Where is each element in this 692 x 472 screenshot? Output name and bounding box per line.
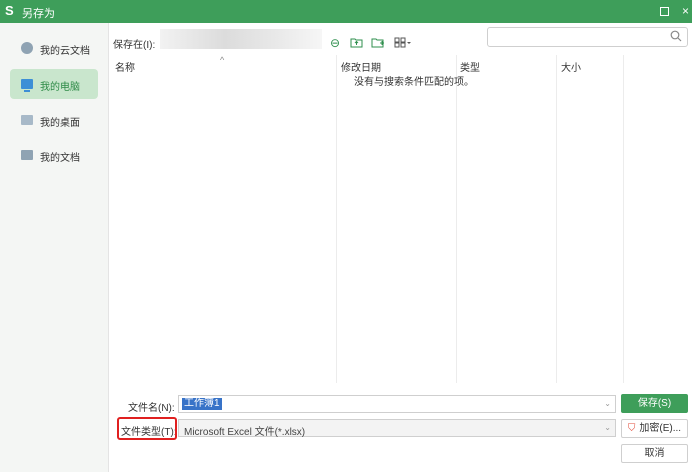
- filetype-select[interactable]: Microsoft Excel 文件(*.xlsx) ⌄: [178, 419, 616, 438]
- folder-icon: [21, 150, 33, 160]
- new-folder-icon[interactable]: [371, 37, 385, 50]
- chevron-down-icon[interactable]: ⌄: [604, 399, 611, 408]
- column-header-type[interactable]: 类型: [460, 59, 480, 74]
- sidebar-item-cloud-docs[interactable]: 我的云文档: [10, 33, 98, 63]
- desktop-icon: [21, 115, 33, 125]
- up-folder-icon[interactable]: [350, 37, 363, 50]
- window-title: 另存为: [22, 8, 55, 20]
- filename-input[interactable]: 工作簿1 ⌄: [178, 395, 616, 413]
- column-header-modified[interactable]: 修改日期: [341, 59, 381, 74]
- search-icon[interactable]: [670, 30, 682, 45]
- filename-value: 工作簿1: [182, 398, 222, 410]
- sidebar-item-documents[interactable]: 我的文档: [10, 140, 98, 170]
- sidebar-item-label: 我的云文档: [40, 46, 90, 57]
- title-bar: S 另存为 ×: [0, 0, 692, 23]
- column-divider: [556, 55, 557, 383]
- computer-icon: [21, 79, 33, 92]
- back-icon[interactable]: ⊖: [330, 37, 340, 49]
- search-input[interactable]: [487, 27, 688, 47]
- sidebar-item-label: 我的文档: [40, 153, 80, 164]
- chevron-down-icon[interactable]: ⌄: [604, 423, 611, 432]
- sidebar-item-my-computer[interactable]: 我的电脑: [10, 69, 98, 99]
- cancel-button[interactable]: 取消: [621, 444, 688, 463]
- sidebar-item-label: 我的桌面: [40, 118, 80, 129]
- view-mode-icon[interactable]: [394, 37, 412, 50]
- maximize-icon[interactable]: [660, 7, 669, 16]
- save-button[interactable]: 保存(S): [621, 394, 688, 413]
- save-in-label: 保存在(I):: [113, 40, 156, 51]
- column-divider: [336, 55, 337, 383]
- sort-ascending-icon: ^: [220, 55, 225, 65]
- empty-message: 没有与搜索条件匹配的项。: [354, 77, 474, 88]
- encrypt-button[interactable]: ⛉ 加密(E)...: [621, 419, 688, 438]
- filetype-value: Microsoft Excel 文件(*.xlsx): [184, 427, 306, 438]
- location-path-field[interactable]: [160, 29, 322, 49]
- close-icon[interactable]: ×: [682, 4, 689, 18]
- file-list[interactable]: 名称 ^ 修改日期 类型 大小 没有与搜索条件匹配的项。: [110, 55, 692, 383]
- sidebar-item-desktop[interactable]: 我的桌面: [10, 105, 98, 135]
- highlight-box: [117, 417, 177, 440]
- column-divider: [623, 55, 624, 383]
- wps-logo-icon: S: [5, 3, 14, 18]
- sidebar-item-label: 我的电脑: [40, 82, 80, 93]
- filename-label: 文件名(N):: [128, 403, 175, 414]
- column-divider: [456, 55, 457, 383]
- sidebar: 我的云文档 我的电脑 我的桌面 我的文档: [0, 23, 109, 472]
- encrypt-button-label: 加密(E)...: [639, 423, 682, 434]
- column-header-size[interactable]: 大小: [561, 59, 581, 74]
- column-header-name[interactable]: 名称: [115, 59, 135, 74]
- cloud-icon: [21, 42, 33, 54]
- shield-icon: ⛉: [627, 423, 636, 434]
